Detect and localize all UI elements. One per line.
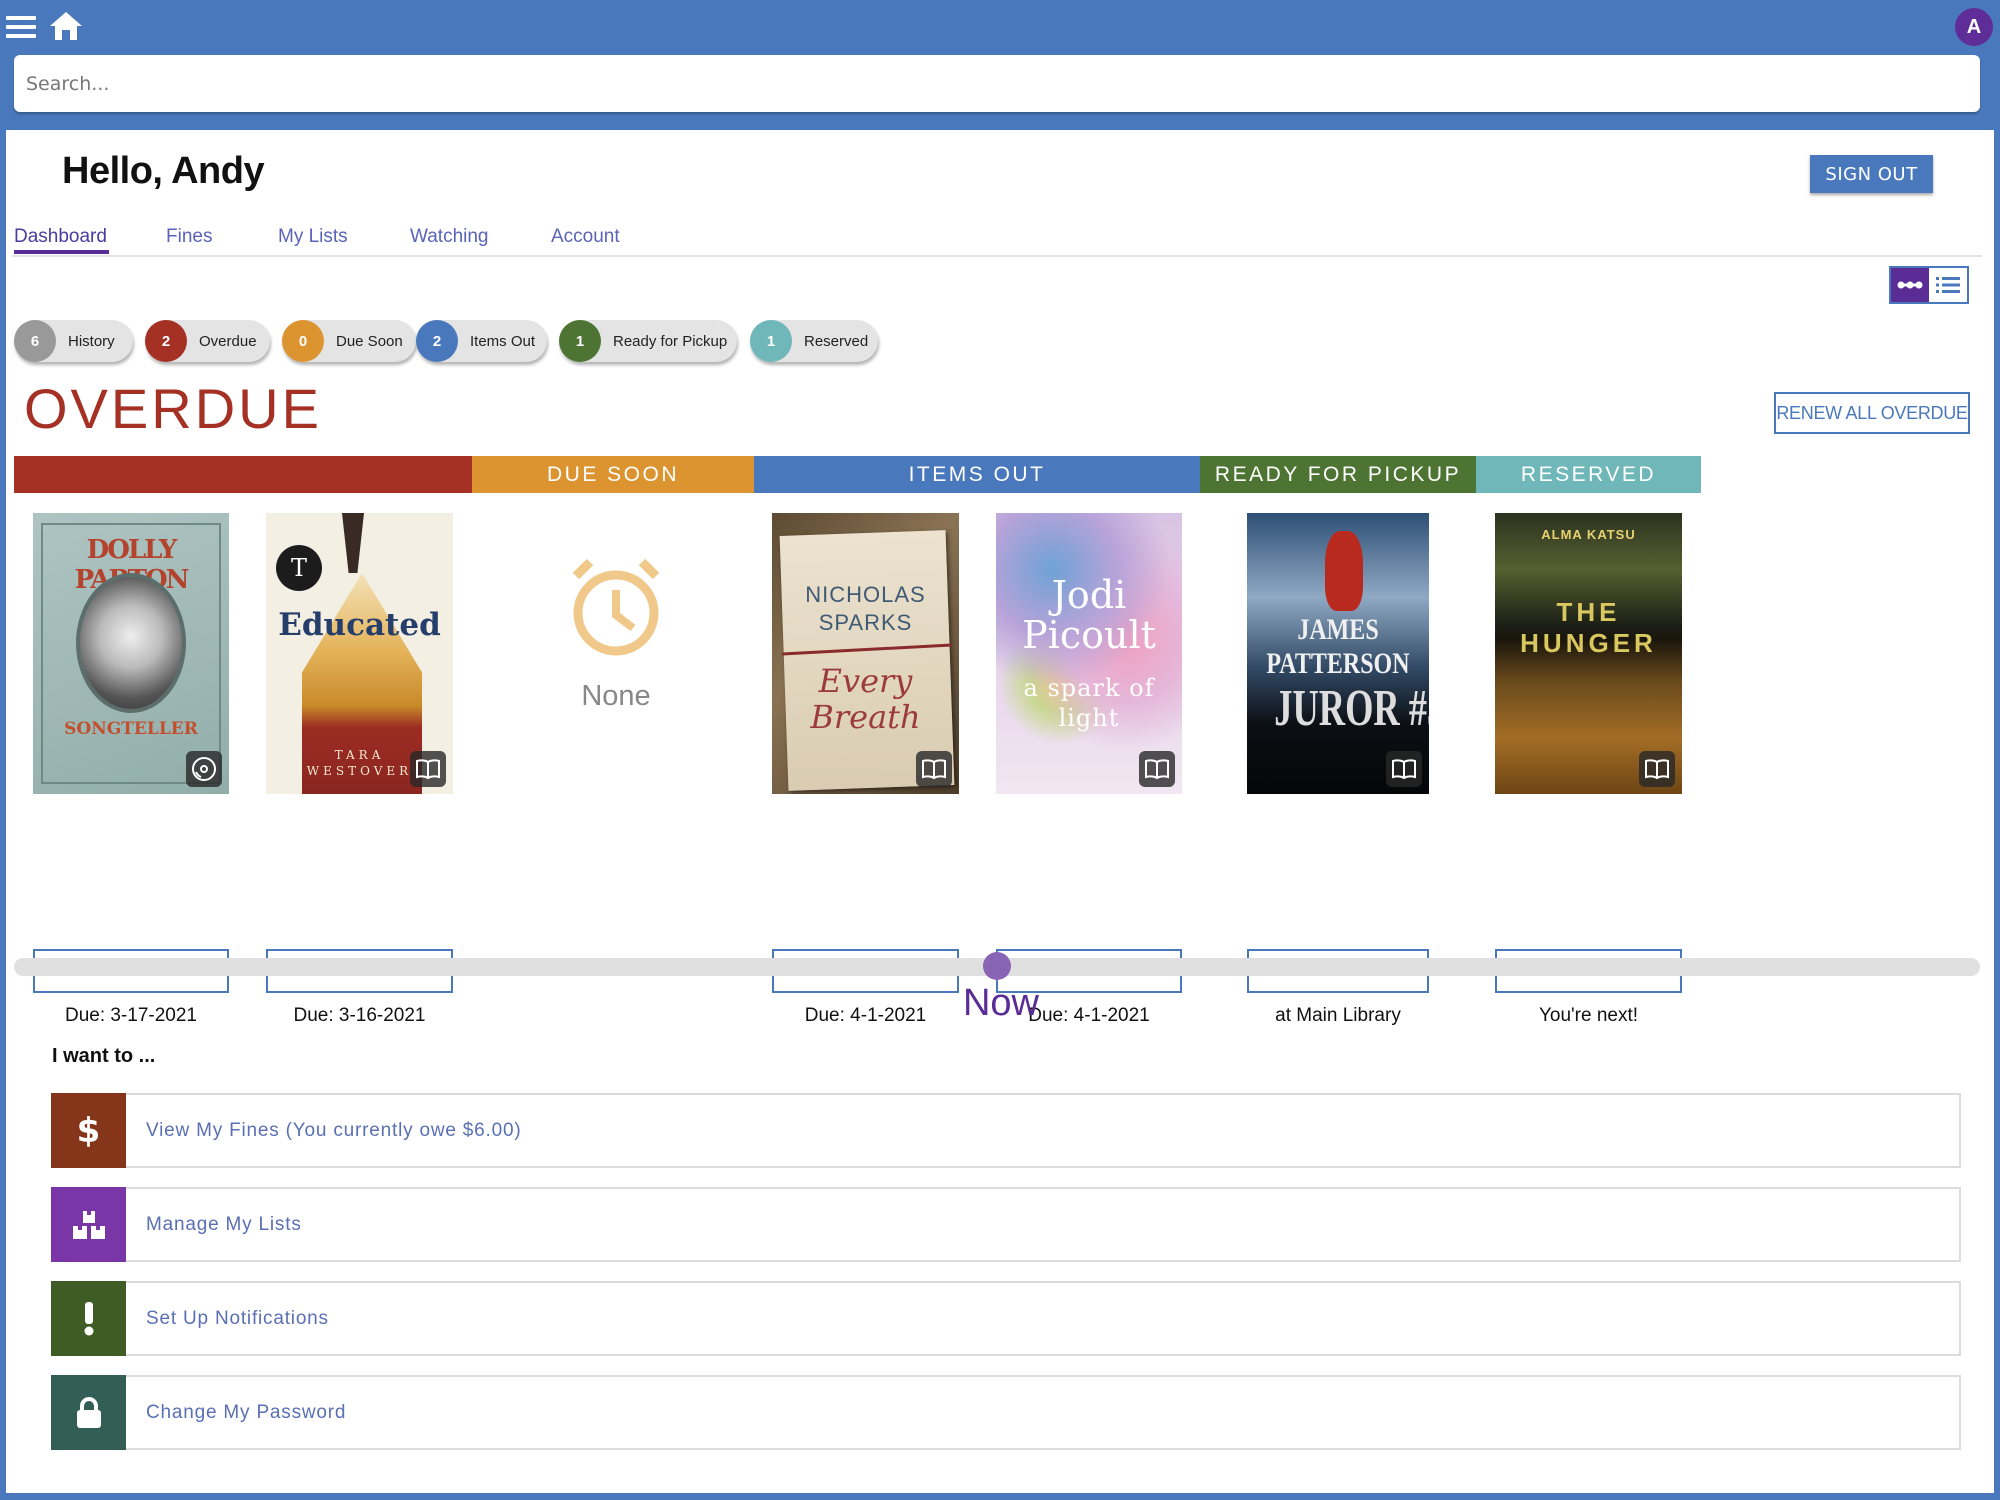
book-icon xyxy=(1639,751,1675,787)
home-icon[interactable] xyxy=(49,11,83,41)
cover-author: ALMA KATSU xyxy=(1541,527,1636,542)
tab-account[interactable]: Account xyxy=(551,226,620,248)
book-cover[interactable]: T Educated TARA WESTOVER xyxy=(266,513,453,794)
boxes-icon xyxy=(51,1187,126,1262)
badge-label: Items Out xyxy=(470,332,536,350)
exclamation-icon xyxy=(51,1281,126,1356)
category-due-soon[interactable]: DUE SOON xyxy=(472,456,754,493)
badge-label: Overdue xyxy=(199,332,257,350)
action-label: Manage My Lists xyxy=(146,1213,302,1235)
action-change-password[interactable]: Change My Password xyxy=(51,1375,1961,1450)
badge-overdue[interactable]: 2 Overdue xyxy=(145,320,270,362)
category-bar: DUE SOON ITEMS OUT READY FOR PICKUP RESE… xyxy=(14,456,1701,493)
action-notifications[interactable]: Set Up Notifications xyxy=(51,1281,1961,1356)
tab-my-lists[interactable]: My Lists xyxy=(278,226,348,248)
action-view-fines[interactable]: $ View My Fines (You currently owe $6.00… xyxy=(51,1093,1961,1168)
timeline-now-label: Now xyxy=(962,982,1040,1024)
user-avatar[interactable]: A xyxy=(1955,8,1993,46)
badge-count: 1 xyxy=(750,320,792,362)
active-tab-indicator xyxy=(14,250,109,254)
book-cover[interactable]: Jodi Picoult a spark of light xyxy=(996,513,1182,794)
timeline-view-button[interactable] xyxy=(1891,268,1929,302)
badge-ready-for-pickup[interactable]: 1 Ready for Pickup xyxy=(559,320,737,362)
book-icon xyxy=(916,751,952,787)
audio-cd-icon xyxy=(186,751,222,787)
cover-title: THE HUNGER xyxy=(1520,597,1657,658)
cover-subtitle: SONGTELLER xyxy=(64,719,198,739)
empty-label: None xyxy=(581,680,651,712)
greeting-heading: Hello, Andy xyxy=(62,150,265,192)
badge-due-soon[interactable]: 0 Due Soon xyxy=(282,320,416,362)
book-icon xyxy=(1386,751,1422,787)
book-cover[interactable]: DOLLY PARTON SONGTELLER xyxy=(33,513,229,794)
cover-title: Every Breath xyxy=(810,662,921,736)
action-label: Change My Password xyxy=(146,1401,347,1423)
badge-count: 2 xyxy=(145,320,187,362)
badge-reserved[interactable]: 1 Reserved xyxy=(750,320,878,362)
alarm-clock-icon xyxy=(572,558,660,656)
badge-label: Ready for Pickup xyxy=(613,332,728,350)
tab-fines[interactable]: Fines xyxy=(166,226,212,248)
book-cover[interactable]: JAMES PATTERSON JUROR #3 xyxy=(1247,513,1429,794)
category-overdue[interactable] xyxy=(14,456,472,493)
cover-author: NICHOLAS SPARKS xyxy=(805,582,926,635)
action-label: View My Fines (You currently owe $6.00) xyxy=(146,1119,522,1141)
queue-status: You're next! xyxy=(1538,1005,1639,1026)
due-soon-empty xyxy=(546,558,686,663)
badge-count: 1 xyxy=(559,320,601,362)
timeline-dots-icon xyxy=(1897,281,1923,289)
badge-count: 0 xyxy=(282,320,324,362)
badge-label: Due Soon xyxy=(336,332,403,350)
dashboard-panel: Hello, Andy SIGN OUT Dashboard Fines My … xyxy=(6,130,1994,1493)
lock-icon xyxy=(51,1375,126,1450)
cover-author: JAMES PATTERSON xyxy=(1266,613,1410,680)
sign-out-button[interactable]: SIGN OUT xyxy=(1810,155,1933,193)
category-ready-for-pickup[interactable]: READY FOR PICKUP xyxy=(1200,456,1476,493)
badge-label: Reserved xyxy=(804,332,869,350)
tabs-divider xyxy=(12,255,1982,257)
action-manage-lists[interactable]: Manage My Lists xyxy=(51,1187,1961,1262)
view-toggle xyxy=(1889,266,1969,304)
badge-items-out[interactable]: 2 Items Out xyxy=(416,320,547,362)
book-icon xyxy=(1139,751,1175,787)
due-date: Due: 3-17-2021 xyxy=(64,1005,198,1026)
top-bar: A xyxy=(0,0,2000,130)
timeline-now-handle[interactable] xyxy=(983,952,1011,980)
badge-label: History xyxy=(68,332,115,350)
cover-author: TARA WESTOVER xyxy=(306,748,413,778)
renew-all-overdue-button[interactable]: RENEW ALL OVERDUE xyxy=(1774,392,1970,434)
book-cover[interactable]: ALMA KATSU THE HUNGER xyxy=(1495,513,1682,794)
badge-count: 6 xyxy=(14,320,56,362)
tab-watching[interactable]: Watching xyxy=(410,226,489,248)
category-items-out[interactable]: ITEMS OUT xyxy=(754,456,1200,493)
i-want-to-heading: I want to ... xyxy=(52,1045,156,1067)
dollar-icon: $ xyxy=(51,1093,126,1168)
book-cover[interactable]: NICHOLAS SPARKS Every Breath xyxy=(772,513,959,794)
hamburger-menu-icon[interactable] xyxy=(6,16,36,40)
list-view-button[interactable] xyxy=(1929,268,1967,302)
cover-title: JUROR #3 xyxy=(1274,680,1429,737)
search-input[interactable] xyxy=(14,55,1980,112)
badge-count: 2 xyxy=(416,320,458,362)
section-title: OVERDUE xyxy=(24,377,322,440)
pickup-location: at Main Library xyxy=(1275,1005,1401,1026)
book-icon xyxy=(410,751,446,787)
cover-title: a spark of light xyxy=(1023,674,1155,732)
tab-dashboard[interactable]: Dashboard xyxy=(14,226,107,248)
list-icon xyxy=(1936,277,1960,293)
cover-title: Educated xyxy=(278,607,441,643)
action-label: Set Up Notifications xyxy=(146,1307,329,1329)
category-reserved[interactable]: RESERVED xyxy=(1476,456,1701,493)
badge-history[interactable]: 6 History xyxy=(14,320,133,362)
cover-author: Jodi Picoult xyxy=(1022,573,1156,657)
due-date: Due: 3-16-2021 xyxy=(293,1005,426,1026)
